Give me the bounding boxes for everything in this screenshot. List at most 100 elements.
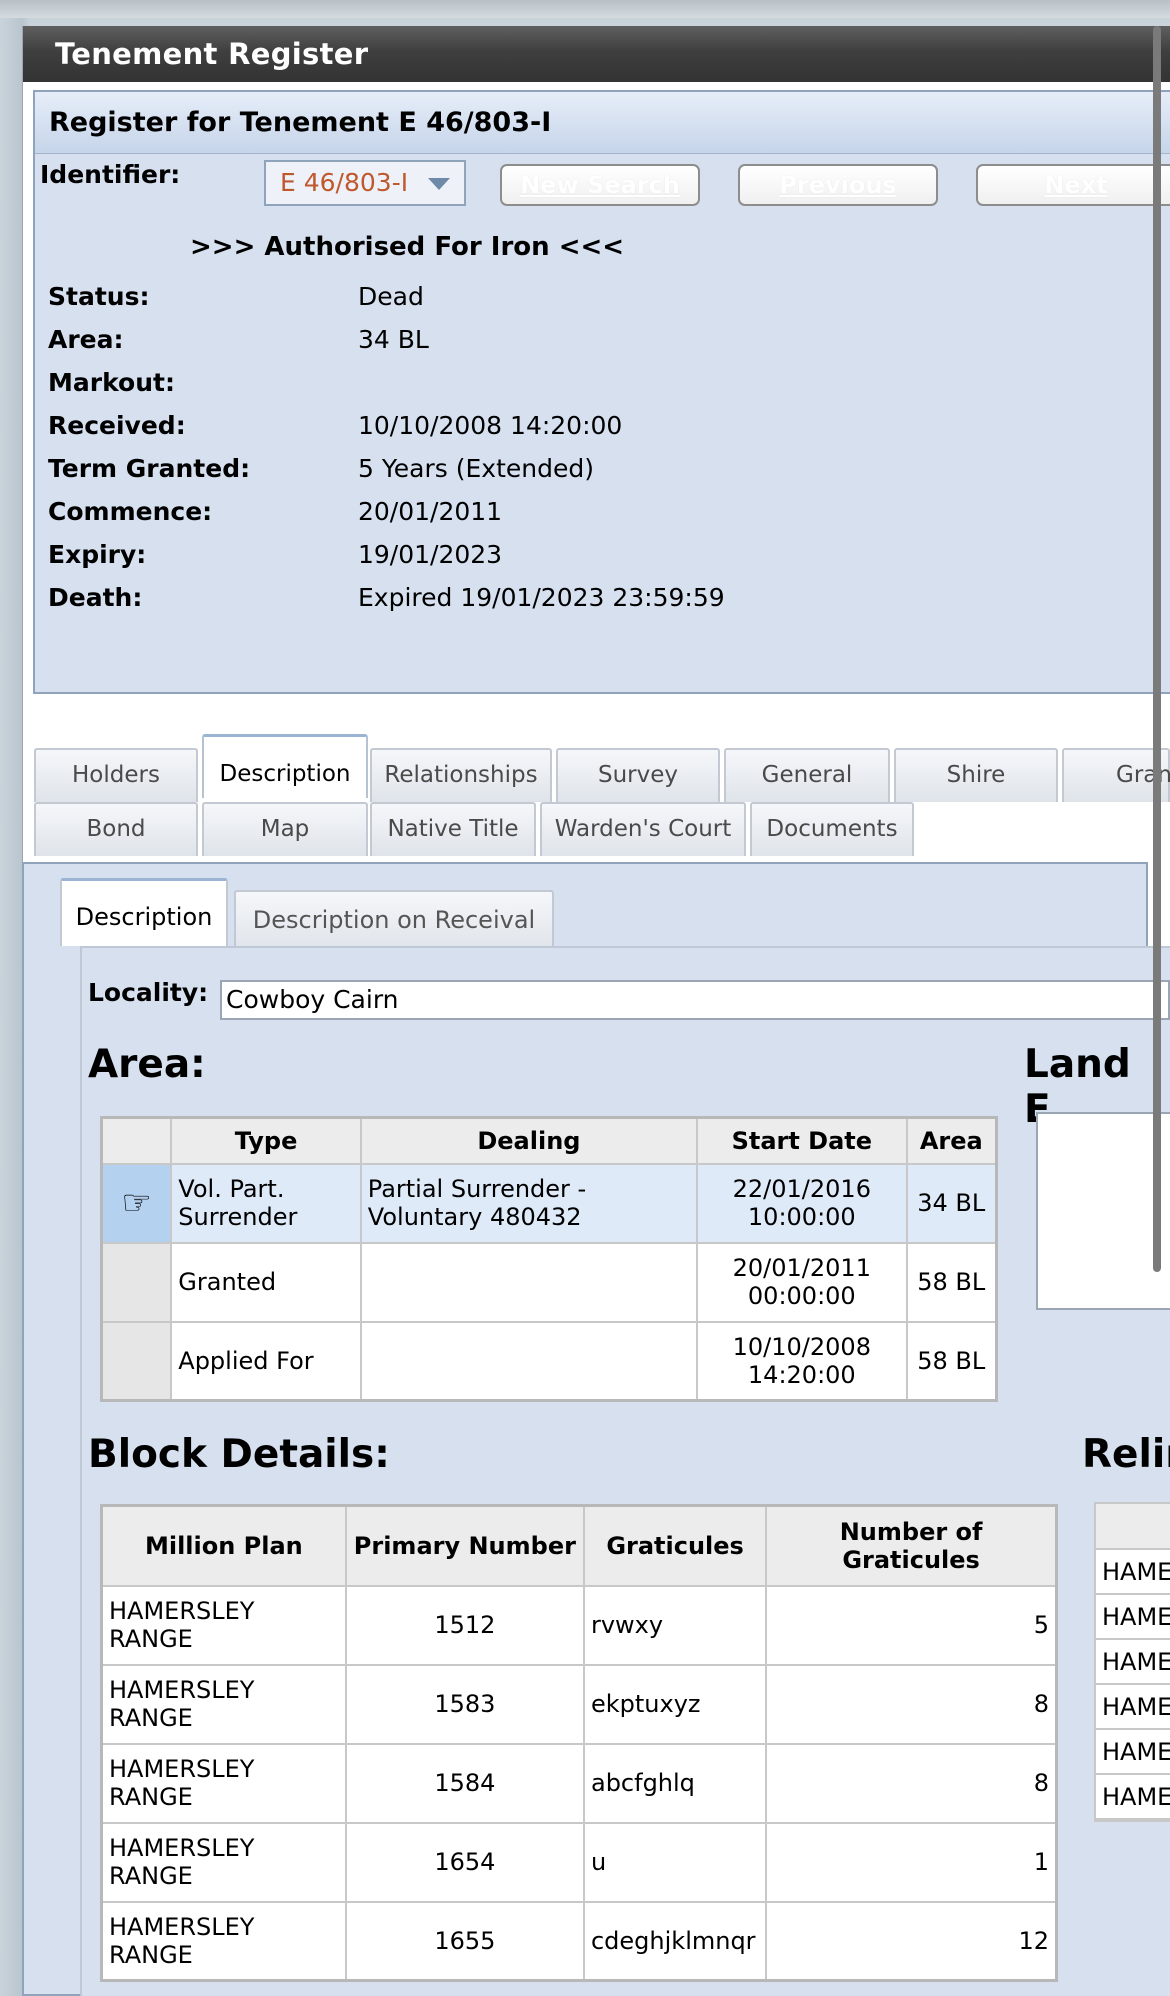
area-type: Vol. Part. Surrender (170, 1162, 362, 1244)
area-value: 34 BL (358, 325, 429, 354)
expiry-value: 19/01/2023 (358, 540, 503, 569)
million-plan: HAMERSLEY RANGE (100, 1821, 347, 1903)
tab-documents[interactable]: Documents (750, 802, 914, 856)
received-label: Received: (48, 411, 186, 440)
primary-number: 1512 (344, 1584, 585, 1666)
list-item[interactable]: HAME (1096, 1730, 1170, 1775)
table-row[interactable]: HAMERSLEY RANGE 1654 u 1 (100, 1821, 1058, 1903)
area-start-date: 22/01/2016 10:00:00 (696, 1162, 908, 1244)
table-row[interactable]: Applied For 10/10/2008 14:20:00 58 BL (100, 1320, 998, 1402)
area-value: 34 BL (905, 1162, 998, 1244)
row-pointer-cell (100, 1320, 173, 1402)
area-start-date: 20/01/2011 00:00:00 (696, 1241, 908, 1323)
authorised-notice: >>> Authorised For Iron <<< (190, 232, 625, 262)
area-dealing (359, 1320, 699, 1402)
next-button[interactable]: Next (976, 164, 1170, 206)
block-details-heading: Block Details: (88, 1432, 390, 1477)
area-table: Type Dealing Start Date Area ☞ Vol. Part… (100, 1116, 998, 1402)
list-item[interactable]: HAME (1096, 1640, 1170, 1685)
subtab-description[interactable]: Description (60, 878, 228, 946)
graticule-count: 12 (765, 1900, 1058, 1982)
identifier-label: Identifier: (40, 160, 181, 189)
column-header-number-of-graticules: Number of Graticules (765, 1504, 1058, 1587)
area-heading: Area: (88, 1042, 206, 1087)
expiry-label: Expiry: (48, 540, 147, 569)
tab-general[interactable]: General (724, 748, 890, 802)
previous-button[interactable]: Previous (738, 164, 938, 206)
death-label: Death: (48, 583, 143, 612)
locality-label: Locality: (88, 978, 209, 1007)
column-header-million-plan: Million Plan (100, 1504, 347, 1587)
million-plan: HAMERSLEY RANGE (100, 1900, 347, 1982)
tab-relationships[interactable]: Relationships (370, 748, 552, 802)
received-value: 10/10/2008 14:20:00 (358, 411, 623, 440)
subtab-description-on-receival[interactable]: Description on Receival (234, 890, 554, 948)
tab-holders[interactable]: Holders (34, 748, 198, 802)
identifier-value: E 46/803-I (280, 168, 409, 197)
table-row[interactable]: ☞ Vol. Part. Surrender Partial Surrender… (100, 1162, 998, 1244)
table-row[interactable]: HAMERSLEY RANGE 1512 rvwxy 5 (100, 1584, 1058, 1666)
block-details-table: Million Plan Primary Number Graticules N… (100, 1504, 1058, 1982)
list-item[interactable]: HAME (1096, 1685, 1170, 1730)
table-row[interactable]: HAMERSLEY RANGE 1584 abcfghlq 8 (100, 1742, 1058, 1824)
column-header-type: Type (170, 1116, 362, 1165)
graticule-count: 1 (765, 1821, 1058, 1903)
tab-map[interactable]: Map (202, 802, 368, 856)
row-pointer-cell (100, 1241, 173, 1323)
tab-shire[interactable]: Shire (894, 748, 1058, 802)
land-panel (1036, 1112, 1170, 1310)
term-granted-label: Term Granted: (48, 454, 251, 483)
table-row[interactable]: Granted 20/01/2011 00:00:00 58 BL (100, 1241, 998, 1323)
graticule-count: 8 (765, 1742, 1058, 1824)
area-label: Area: (48, 325, 124, 354)
tab-wardens-court[interactable]: Warden's Court (540, 802, 746, 856)
primary-number: 1654 (344, 1821, 585, 1903)
commence-value: 20/01/2011 (358, 497, 503, 526)
tab-description[interactable]: Description (202, 734, 368, 798)
list-item[interactable]: HAME (1096, 1595, 1170, 1640)
area-value: 58 BL (905, 1320, 998, 1402)
area-start-date: 10/10/2008 14:20:00 (696, 1320, 908, 1402)
table-row[interactable]: HAMERSLEY RANGE 1655 cdeghjklmnqr 12 (100, 1900, 1058, 1982)
million-plan: HAMERSLEY RANGE (100, 1663, 347, 1745)
primary-number: 1655 (344, 1900, 585, 1982)
pointer-column-header (100, 1116, 173, 1165)
register-heading: Register for Tenement E 46/803-I (35, 92, 1170, 154)
tab-survey[interactable]: Survey (556, 748, 720, 802)
column-header-graticules: Graticules (582, 1504, 768, 1587)
column-header-dealing: Dealing (359, 1116, 699, 1165)
relinquishment-heading: Relin (1082, 1432, 1170, 1477)
area-dealing: Partial Surrender - Voluntary 480432 (359, 1162, 699, 1244)
relinquishment-table: HAME HAME HAME HAME HAME HAME (1094, 1502, 1170, 1822)
primary-number: 1583 (344, 1663, 585, 1745)
area-dealing (359, 1241, 699, 1323)
graticules: abcfghlq (582, 1742, 768, 1824)
new-search-button[interactable]: New Search (500, 164, 700, 206)
graticules: ekptuxyz (582, 1663, 768, 1745)
column-header-area: Area (905, 1116, 998, 1165)
column-header-start-date: Start Date (696, 1116, 908, 1165)
markout-label: Markout: (48, 368, 175, 397)
area-type: Applied For (170, 1320, 362, 1402)
table-row[interactable]: HAMERSLEY RANGE 1583 ekptuxyz 8 (100, 1663, 1058, 1745)
status-value: Dead (358, 282, 424, 311)
list-item[interactable]: HAME (1096, 1550, 1170, 1595)
vertical-scrollbar[interactable] (1153, 26, 1161, 1272)
pointing-hand-icon: ☞ (100, 1162, 173, 1244)
identifier-select[interactable]: E 46/803-I (264, 160, 466, 206)
status-label: Status: (48, 282, 150, 311)
death-value: Expired 19/01/2023 23:59:59 (358, 583, 725, 612)
tab-native-title[interactable]: Native Title (370, 802, 536, 856)
area-value: 58 BL (905, 1241, 998, 1323)
graticule-count: 8 (765, 1663, 1058, 1745)
graticules: u (582, 1821, 768, 1903)
graticule-count: 5 (765, 1584, 1058, 1666)
column-header-primary-number: Primary Number (344, 1504, 585, 1587)
list-item[interactable]: HAME (1096, 1775, 1170, 1820)
chevron-down-icon (428, 178, 450, 190)
graticules: rvwxy (582, 1584, 768, 1666)
locality-field[interactable]: Cowboy Cairn (220, 980, 1170, 1020)
tab-bond[interactable]: Bond (34, 802, 198, 856)
window-title: Tenement Register (23, 26, 1170, 82)
million-plan: HAMERSLEY RANGE (100, 1584, 347, 1666)
